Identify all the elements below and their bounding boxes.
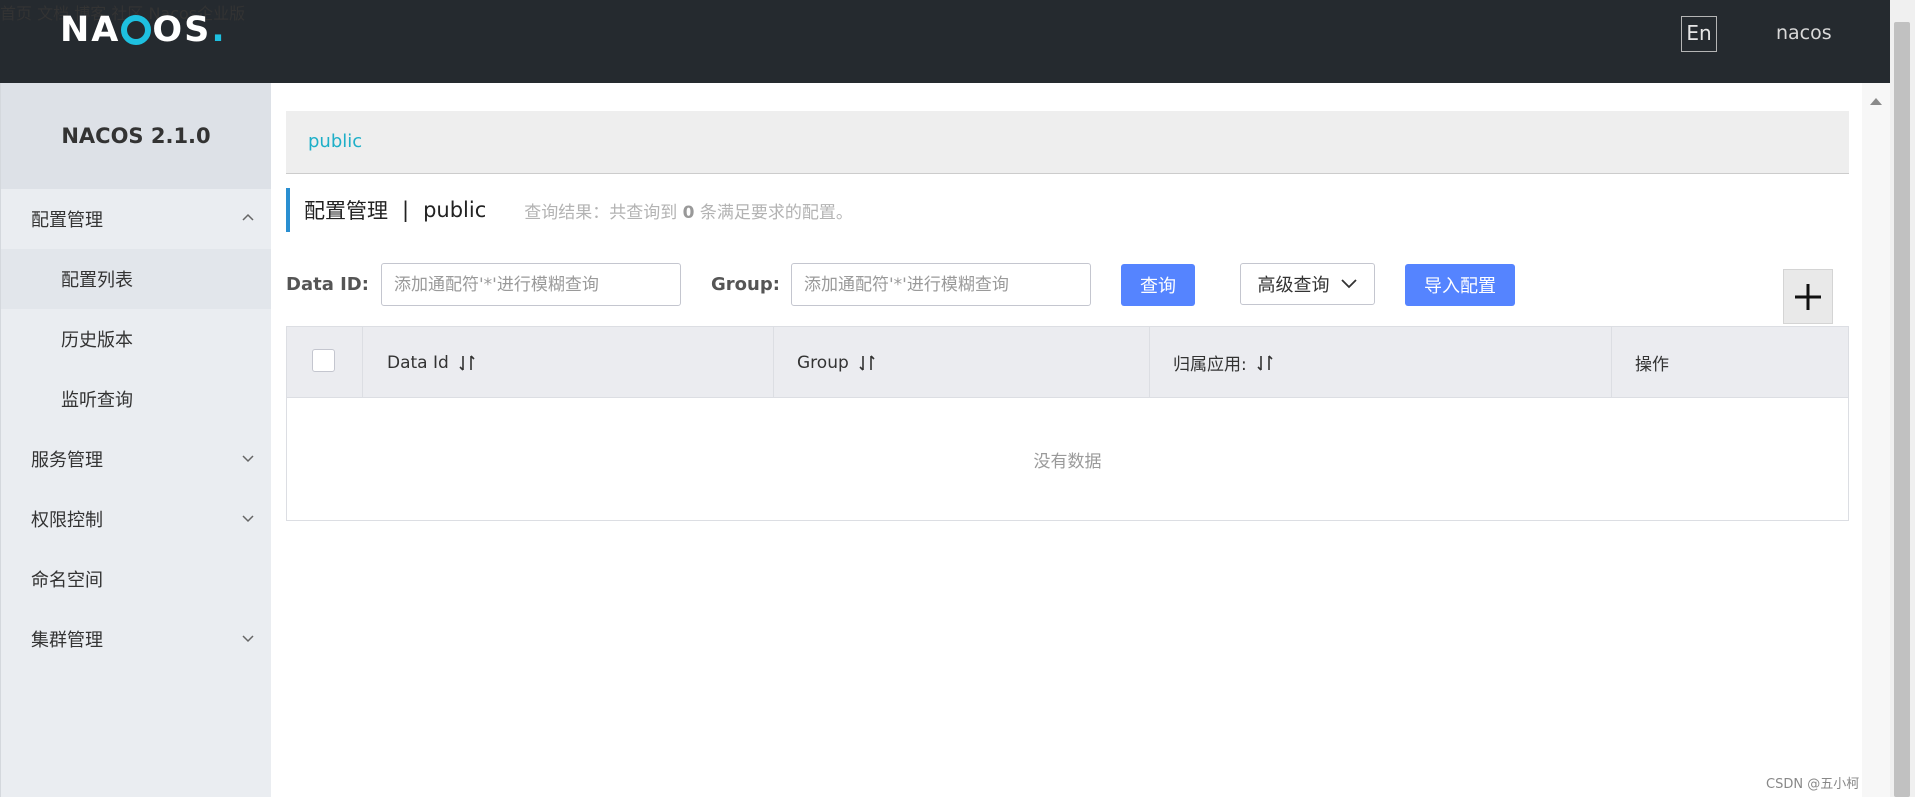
import-config-button[interactable]: 导入配置 bbox=[1405, 264, 1515, 306]
page-title: 配置管理 | public 查询结果：共查询到 0 条满足要求的配置。 bbox=[286, 188, 853, 232]
watermark: CSDN @五小柯 bbox=[1766, 777, 1860, 792]
sidebar-item-label: 监听查询 bbox=[61, 390, 133, 411]
advanced-query-button[interactable]: 高级查询 bbox=[1240, 263, 1375, 305]
plus-icon bbox=[1795, 283, 1821, 310]
select-all-checkbox[interactable] bbox=[312, 349, 335, 372]
sort-icon[interactable] bbox=[459, 354, 475, 372]
nav-home[interactable]: 首页 bbox=[0, 4, 32, 23]
sidebar-item-label: 服务管理 bbox=[31, 450, 103, 471]
chevron-down-icon bbox=[242, 515, 254, 523]
sidebar-item-listener-query[interactable]: 监听查询 bbox=[1, 369, 271, 429]
data-id-input[interactable] bbox=[381, 263, 681, 306]
empty-table-message: 没有数据 bbox=[1033, 452, 1102, 472]
version-label: NACOS 2.1.0 bbox=[1, 83, 271, 189]
content-scrollbar[interactable] bbox=[1862, 83, 1890, 797]
column-data-id[interactable]: Data Id bbox=[362, 327, 773, 398]
chevron-up-icon bbox=[242, 213, 254, 221]
sidebar-item-namespace[interactable]: 命名空间 bbox=[1, 549, 271, 609]
sort-icon[interactable] bbox=[859, 354, 875, 372]
sidebar-item-label: 配置列表 bbox=[61, 270, 133, 291]
namespace-link-public[interactable]: public bbox=[308, 131, 362, 152]
scrollbar-thumb[interactable] bbox=[1894, 22, 1910, 797]
nacos-logo[interactable]: NA OS. bbox=[60, 10, 227, 50]
group-input[interactable] bbox=[791, 263, 1091, 306]
sidebar-item-cluster-management[interactable]: 集群管理 bbox=[1, 609, 271, 669]
page-title-namespace: public bbox=[423, 198, 487, 222]
sidebar-item-config-list[interactable]: 配置列表 bbox=[1, 249, 271, 309]
namespace-bar: public bbox=[286, 111, 1849, 174]
column-group[interactable]: Group bbox=[773, 327, 1149, 398]
sidebar-item-label: 集群管理 bbox=[31, 630, 103, 651]
top-header: NA OS. 首页 文档 博客 社区 Nacos企业版 En nacos bbox=[0, 0, 1890, 83]
sidebar-item-label: 命名空间 bbox=[31, 570, 103, 591]
page-title-main: 配置管理 bbox=[304, 199, 388, 223]
sidebar-item-access-control[interactable]: 权限控制 bbox=[1, 489, 271, 549]
user-menu[interactable]: nacos bbox=[1776, 22, 1832, 44]
advanced-query-label: 高级查询 bbox=[1257, 275, 1330, 296]
chevron-down-icon bbox=[242, 455, 254, 463]
column-app[interactable]: 归属应用: bbox=[1149, 327, 1611, 398]
group-label: Group: bbox=[711, 274, 780, 295]
sidebar-item-label: 历史版本 bbox=[61, 330, 133, 351]
add-config-button[interactable] bbox=[1783, 269, 1833, 324]
sidebar-item-history[interactable]: 历史版本 bbox=[1, 309, 271, 369]
sidebar-item-label: 配置管理 bbox=[31, 210, 103, 231]
config-table: Data Id Group 归属应用: 操作 没有数据 bbox=[286, 326, 1849, 521]
title-separator: | bbox=[402, 198, 410, 222]
data-id-label: Data ID: bbox=[286, 274, 369, 295]
column-actions: 操作 bbox=[1611, 327, 1848, 398]
sidebar-item-label: 权限控制 bbox=[31, 510, 103, 531]
table-header: Data Id Group 归属应用: 操作 bbox=[287, 327, 1848, 398]
query-result-summary: 查询结果：共查询到 0 条满足要求的配置。 bbox=[524, 202, 853, 223]
chevron-down-icon bbox=[1340, 279, 1357, 289]
chevron-down-icon bbox=[242, 635, 254, 643]
language-switch-button[interactable]: En bbox=[1681, 16, 1717, 52]
scroll-up-icon[interactable] bbox=[1862, 93, 1890, 109]
page-scrollbar[interactable] bbox=[1890, 0, 1915, 797]
query-button[interactable]: 查询 bbox=[1121, 264, 1195, 306]
sort-icon[interactable] bbox=[1257, 354, 1273, 372]
sidebar-item-service-management[interactable]: 服务管理 bbox=[1, 429, 271, 489]
sidebar: NACOS 2.1.0 配置管理 配置列表 历史版本 监听查询 服务管理 权限控… bbox=[0, 83, 271, 797]
sidebar-item-config-management[interactable]: 配置管理 bbox=[1, 189, 271, 249]
